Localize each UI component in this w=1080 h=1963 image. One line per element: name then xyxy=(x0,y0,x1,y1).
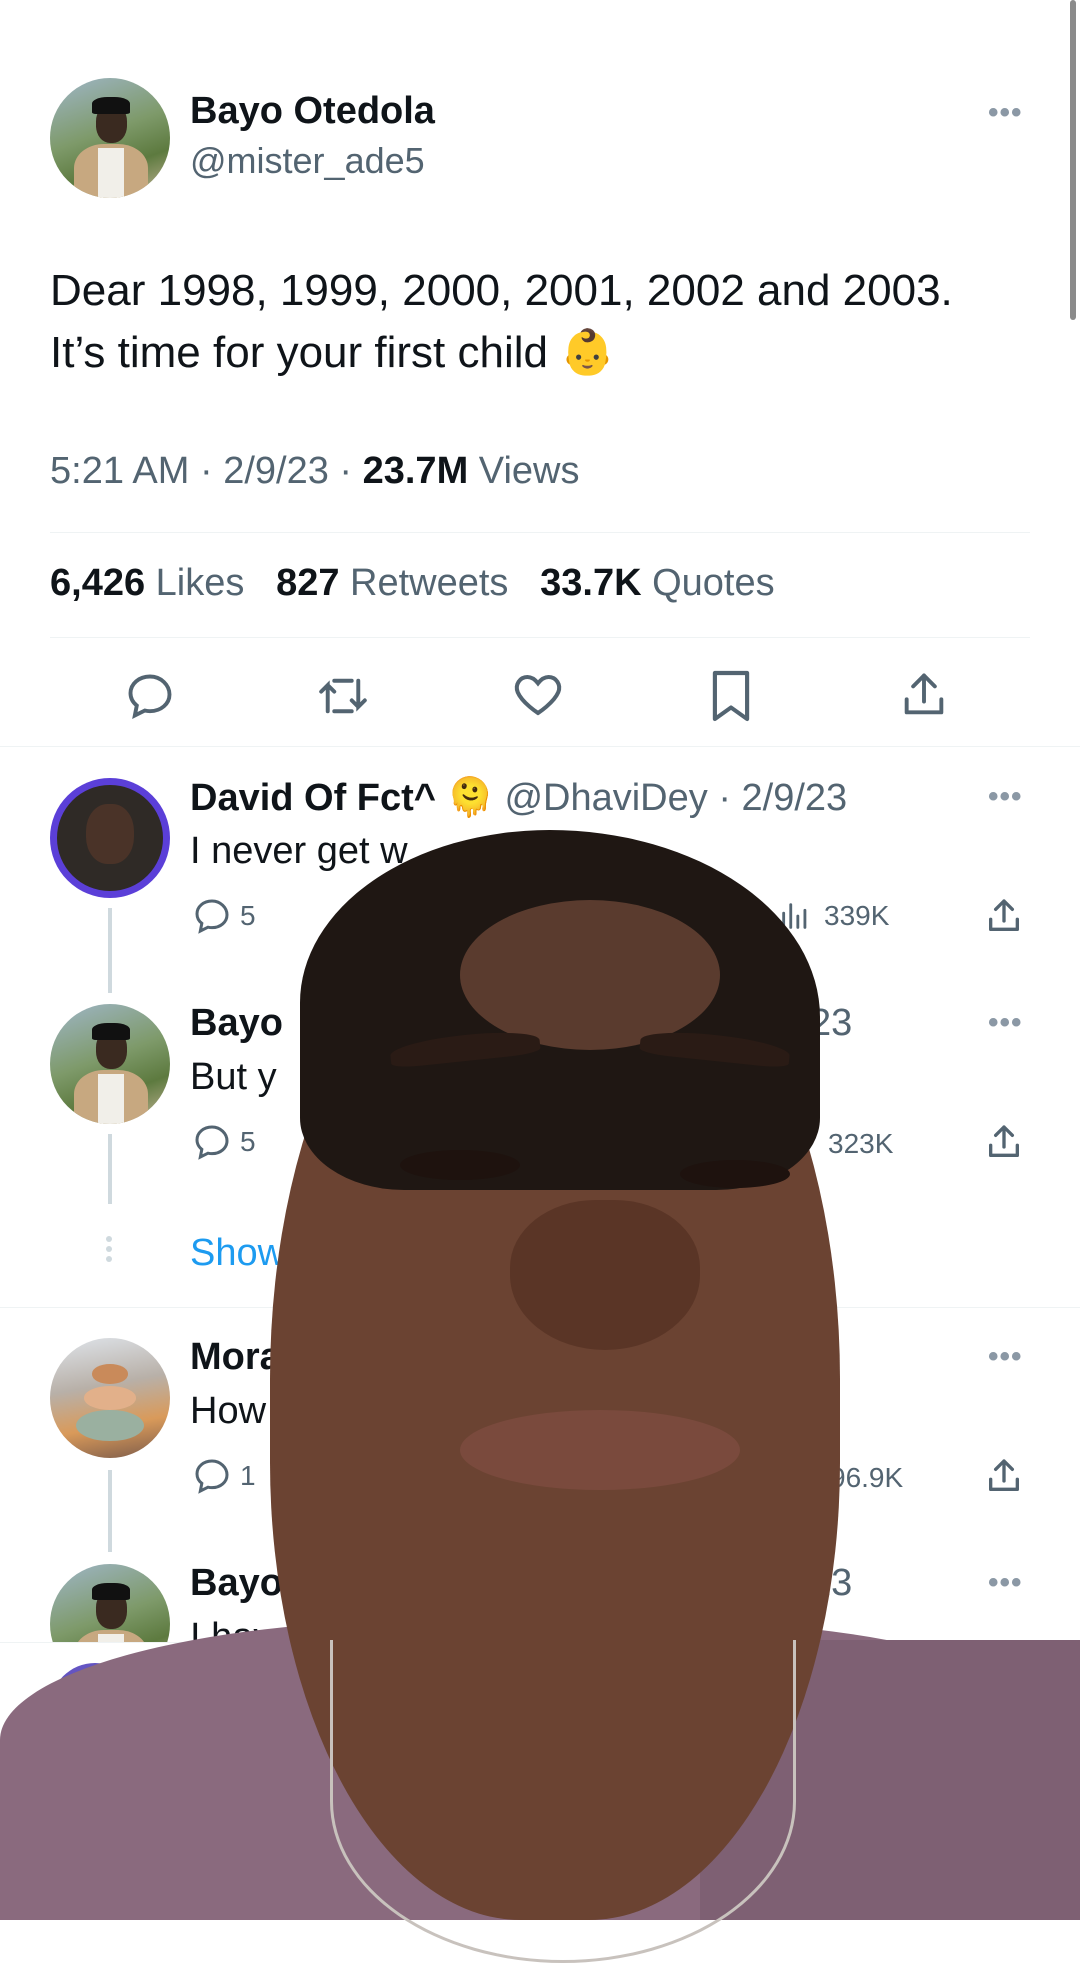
divider xyxy=(50,532,1030,533)
reply-count: 5 xyxy=(240,1126,256,1157)
thread-dots xyxy=(106,1236,112,1262)
divider xyxy=(0,746,1080,747)
reply-icon xyxy=(195,1459,229,1494)
retweet-icon[interactable] xyxy=(316,672,370,720)
tweet-text-line-1: Dear 1998, 1999, 2000, 2001, 2002 and 20… xyxy=(50,266,953,315)
reply-author-name[interactable]: Bayo xyxy=(190,1002,283,1045)
quotes-count[interactable]: 33.7K xyxy=(540,562,641,604)
reply-icon xyxy=(195,899,229,934)
retweets-label[interactable]: Retweets xyxy=(350,562,508,604)
reply-icon xyxy=(195,1125,229,1160)
reply-text: I never get w xyxy=(190,830,408,872)
scrollbar[interactable] xyxy=(1070,0,1076,320)
reply-header: David Of Fct^ 🫠 @DhaviDey · 2/9/23 xyxy=(190,776,847,820)
reply-author-handle[interactable]: @DhaviDey · 2/9/23 xyxy=(504,777,847,819)
more-options-icon[interactable]: ••• xyxy=(988,1006,1023,1040)
person-nose xyxy=(510,1200,700,1350)
views-count: 339K xyxy=(824,900,890,931)
views-button[interactable]: 339K xyxy=(778,898,889,934)
engagement-stats: 6,426 Likes 827 Retweets 33.7K Quotes xyxy=(50,562,775,605)
views-count: 23.7M xyxy=(362,450,469,492)
share-icon[interactable] xyxy=(984,1456,1024,1496)
reply-button[interactable]: 5 xyxy=(192,896,256,936)
views-count: 96.9K xyxy=(830,1462,904,1493)
melting-face-emoji: 🫠 xyxy=(446,777,494,819)
reply-button[interactable]: 1 xyxy=(192,1456,256,1496)
more-options-icon[interactable]: ••• xyxy=(988,1340,1023,1374)
reply-avatar[interactable] xyxy=(50,778,170,898)
person-lips xyxy=(460,1410,740,1490)
person-forehead xyxy=(460,900,720,1050)
tweet-text: Dear 1998, 1999, 2000, 2001, 2002 and 20… xyxy=(50,260,1030,384)
person-right-eye xyxy=(680,1160,790,1188)
likes-count[interactable]: 6,426 xyxy=(50,562,145,604)
person-left-eye xyxy=(400,1150,520,1180)
author-handle[interactable]: @mister_ade5 xyxy=(190,140,425,182)
reply-count: 1 xyxy=(240,1460,256,1491)
reply-button[interactable]: 5 xyxy=(192,1122,256,1162)
thread-line xyxy=(108,1470,112,1552)
retweets-count[interactable]: 827 xyxy=(276,562,339,604)
divider xyxy=(50,637,1030,638)
more-options-icon[interactable]: ••• xyxy=(988,1566,1023,1600)
tweet-timestamp: 5:21 AM · 2/9/23 · 23.7M Views xyxy=(50,450,580,492)
reply-text: But y xyxy=(190,1056,277,1098)
share-icon[interactable] xyxy=(984,1122,1024,1162)
thread-line xyxy=(108,1134,112,1204)
thread-line xyxy=(108,908,112,993)
reply-count: 5 xyxy=(240,900,256,931)
views-count: 323K xyxy=(828,1128,894,1159)
reply-avatar[interactable] xyxy=(50,1004,170,1124)
bookmark-icon[interactable] xyxy=(708,668,754,724)
heart-icon[interactable] xyxy=(511,668,565,722)
quotes-label[interactable]: Quotes xyxy=(652,562,775,604)
share-icon[interactable] xyxy=(898,668,950,722)
reply-author-name[interactable]: Mora xyxy=(190,1336,281,1379)
author-name[interactable]: Bayo Otedola xyxy=(190,90,435,133)
baby-emoji: 👶 xyxy=(560,328,616,377)
tweet-text-line-2: It’s time for your first child 👶 xyxy=(50,328,616,377)
more-options-icon[interactable]: ••• xyxy=(988,780,1023,814)
reply-icon[interactable] xyxy=(124,670,176,722)
person-necklace xyxy=(330,1640,796,1963)
more-options-icon[interactable]: ••• xyxy=(988,96,1023,130)
show-replies-link[interactable]: Show xyxy=(190,1232,285,1275)
share-icon[interactable] xyxy=(984,896,1024,936)
reply-author-name[interactable]: David Of Fct^ xyxy=(190,777,436,819)
reply-avatar[interactable] xyxy=(50,1338,170,1458)
likes-label[interactable]: Likes xyxy=(156,562,245,604)
author-avatar[interactable] xyxy=(50,78,170,198)
